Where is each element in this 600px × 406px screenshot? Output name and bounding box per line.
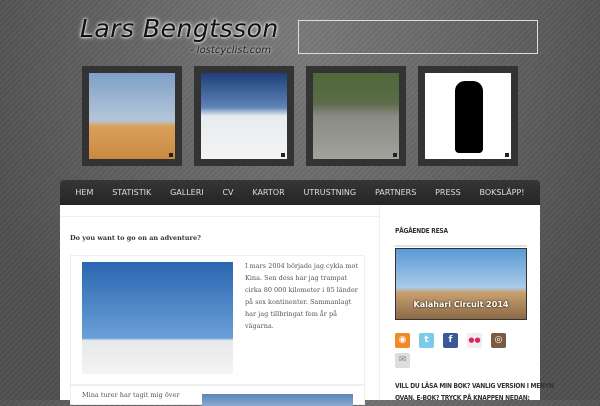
nav-galleri[interactable]: GALLERI [170,188,204,197]
trip-caption: Kalahari Circuit 2014 [413,300,509,309]
instagram-icon[interactable]: ◎ [491,333,506,348]
thumbnail-packraft[interactable] [306,66,406,166]
post-text: Mina turer har tagit mig över [82,391,180,399]
twitter-icon[interactable]: t [419,333,434,348]
book-heading: VILL DU LÄSA MIN BOK? VANLIG VERSION I M… [395,382,554,390]
nav-kartor[interactable]: KARTOR [252,188,284,197]
thumbnail-desert-cyclist[interactable] [82,66,182,166]
book-heading-2: OVAN. E-BOK? TRYCK PÅ KNAPPEN NEDAN: [395,394,530,402]
text-line: I mars 2004 började jag cykla mot [245,262,359,270]
nav-utrustning[interactable]: UTRUSTNING [303,188,356,197]
facebook-icon[interactable]: f [443,333,458,348]
nav-statistik[interactable]: STATISTIK [112,188,151,197]
post-card: Mina turer har tagit mig över [70,385,365,406]
site-logo[interactable]: Lars Bengtsson [80,14,279,43]
current-trip-image[interactable]: Kalahari Circuit 2014 [395,248,527,320]
divider [395,245,527,247]
email-icon[interactable]: ✉ [395,353,410,368]
flickr-icon[interactable]: ●● [467,333,482,348]
nav-cv[interactable]: CV [222,188,233,197]
main-nav: HEM STATISTIK GALLERI CV KARTOR UTRUSTNI… [60,180,540,205]
site-logo-subtitle: - lostcyclist.com [190,45,271,56]
text-line: på sex kontinenter. Sammanlagt [245,298,352,306]
text-line: har jag tillbringat fem år på [245,310,338,318]
nav-press[interactable]: PRESS [435,188,461,197]
post-card: I mars 2004 började jag cykla mot Kina. … [70,255,365,385]
intro-heading: Do you want to go on an adventure? [70,234,201,242]
sidebar-title: PÅGÅENDE RESA [395,227,448,235]
nav-hem[interactable]: HEM [75,188,93,197]
nav-partners[interactable]: PARTNERS [375,188,416,197]
text-line: cirka 80 000 kilometer i 85 länder [245,286,358,294]
header-banner-box [298,20,538,54]
post-image-cyclist[interactable] [82,262,233,374]
text-line: vägarna. [245,322,274,330]
post-text: I mars 2004 började jag cykla mot Kina. … [245,260,363,332]
text-line: Kina. Sen dess har jag trampat [245,274,348,282]
nav-bokslapp[interactable]: BOKSLÄPP! [480,188,525,197]
thumbnail-hiker-silhouette[interactable] [418,66,518,166]
thumbnail-mountain-summit[interactable] [194,66,294,166]
rss-icon[interactable]: ◉ [395,333,410,348]
post-image[interactable] [202,394,353,406]
